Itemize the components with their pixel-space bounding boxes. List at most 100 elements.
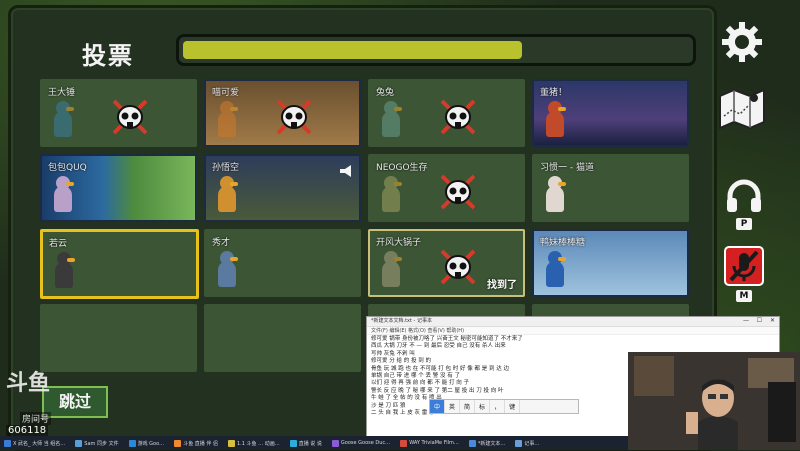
notepad-title: *新建文本文档.txt - 记事本 [371,318,432,324]
player-card[interactable]: 若云 [40,229,199,299]
player-card[interactable]: 开风大锅子找到了 [368,229,525,297]
room-label: 房间号 [20,412,52,425]
push-to-talk-key: P [736,218,752,230]
player-name: 若云 [49,239,68,249]
goose-avatar [542,251,568,287]
taskbar-item[interactable]: WAY TriviaMe Film… [396,437,463,449]
player-name: 兔兔 [376,88,395,98]
taskbar-item[interactable]: 1.1 斗鱼 … 动画… [224,437,284,449]
ime-item[interactable]: 英 [445,400,461,413]
player-name: 秀才 [212,238,231,248]
taskbar-item[interactable]: Goose Goose Duc… [328,437,394,449]
gear-icon [722,22,762,62]
player-name: 习惯一 - 猫道 [540,163,594,173]
notepad-menu[interactable]: 文件(F) 编辑(E) 格式(O) 查看(V) 帮助(H) [367,327,779,335]
vote-timer-bar [176,34,696,66]
mute-button[interactable]: M [722,244,766,304]
taskbar-item-label: 记事… [524,440,540,447]
douyu-logo: 斗鱼 [6,371,51,396]
taskbar-item[interactable]: 直播 说 说 [286,437,326,449]
taskbar-item[interactable]: *新建文本… [465,437,510,449]
player-name: 喵可爱 [212,88,240,98]
goose-avatar [50,176,76,212]
goose-avatar [378,101,404,137]
player-card[interactable]: 孙悟空 [204,154,361,222]
taskbar-item-label: WAY TriviaMe Film… [409,440,459,446]
player-card[interactable]: 习惯一 - 猫道 [532,154,689,222]
goose-avatar [542,101,568,137]
close-icon[interactable]: ✕ [770,317,775,324]
player-name: 鸭妹棒棒糖 [540,238,586,248]
map-icon [719,88,765,130]
player-card[interactable]: 喵可爱 [204,79,361,147]
taskbar-item[interactable]: 游戏 Goo… [125,437,169,449]
goose-avatar [378,176,404,212]
page-title: 投票 [82,42,134,70]
taskbar-item-label: 游戏 Goo… [137,440,165,447]
map-button[interactable] [714,86,770,130]
player-name: 孙悟空 [212,163,240,173]
app-icon [331,439,339,447]
app-icon [174,439,182,447]
taskbar-item[interactable]: Sam 同步 文件 [71,437,122,449]
found-body-label: 找到了 [487,280,517,291]
skip-vote-button[interactable]: 跳过 [42,386,108,418]
player-name: 王大锤 [48,88,76,98]
ime-item[interactable]: 标 [475,400,491,413]
app-icon [4,439,11,447]
player-card[interactable]: NEOGO生存 [368,154,525,222]
app-icon [75,439,83,447]
ime-item[interactable]: 简 [460,400,476,413]
notepad-line: 西瓜 大锅 刀牙 不 — 到 最后 忍受 自己 没有 杀人 出来 [371,343,506,350]
taskbar-item[interactable]: 斗鱼 直播 伴 侣 [170,437,222,449]
player-card[interactable]: 包包QUQ [40,154,197,222]
vote-timer-fill [183,41,523,59]
dead-skull-icon [438,97,478,137]
player-card[interactable]: 鸭妹棒棒糖 [532,229,689,297]
goose-avatar [214,176,240,212]
push-to-talk-button[interactable]: P [724,176,764,230]
room-number: 606118 [6,425,49,436]
app-icon [515,439,523,447]
ime-item[interactable]: ， [490,400,506,413]
ime-item[interactable]: 键 [505,400,521,413]
player-name: 包包QUQ [48,163,87,173]
empty-player-slot [204,304,361,372]
streamer-camera-image [628,352,800,450]
goose-avatar [378,251,404,287]
minimize-icon[interactable]: — [743,317,749,324]
app-icon [227,439,235,447]
ime-item[interactable]: 中 [430,400,446,413]
mute-key: M [736,290,752,302]
webcam-overlay [628,352,800,450]
notepad-titlebar[interactable]: *新建文本文档.txt - 记事本 — ☐ ✕ [367,317,779,327]
player-card[interactable]: 秀才 [204,229,361,297]
taskbar-item[interactable]: 记事… [511,437,543,449]
muted-mic-icon [724,246,764,286]
player-name: NEOGO生存 [376,163,428,173]
goose-avatar [51,252,77,288]
taskbar-item-label: X 武名_ 大师 当 组名… [13,440,66,447]
goose-avatar [50,101,76,137]
taskbar-item[interactable]: X 武名_ 大师 当 组名… [0,437,69,449]
taskbar-item-label: *新建文本… [477,440,506,447]
player-name: 董猪！ [540,88,568,98]
goose-avatar [542,176,568,212]
player-card[interactable]: 王大锤 [40,79,197,147]
player-name: 开风大锅子 [376,238,422,248]
player-card[interactable]: 董猪！ [532,79,689,147]
maximize-icon[interactable]: ☐ [757,317,762,324]
app-icon [468,439,476,447]
taskbar-item-label: 直播 说 说 [298,440,322,447]
ime-toolbar[interactable]: 中英简标，键 [429,399,579,414]
app-icon [128,439,136,447]
dead-skull-icon [274,97,314,137]
app-icon [289,439,297,447]
settings-button[interactable] [720,20,764,64]
windows-taskbar: X 武名_ 大师 当 组名… Sam 同步 文件 游戏 Goo… 斗鱼 直播 伴 侣 1… [0,436,628,450]
taskbar-item-label: Sam 同步 文件 [84,440,119,447]
dead-skull-icon [438,172,478,212]
dead-skull-icon [438,247,478,287]
player-card[interactable]: 兔兔 [368,79,525,147]
empty-player-slot [40,304,197,372]
